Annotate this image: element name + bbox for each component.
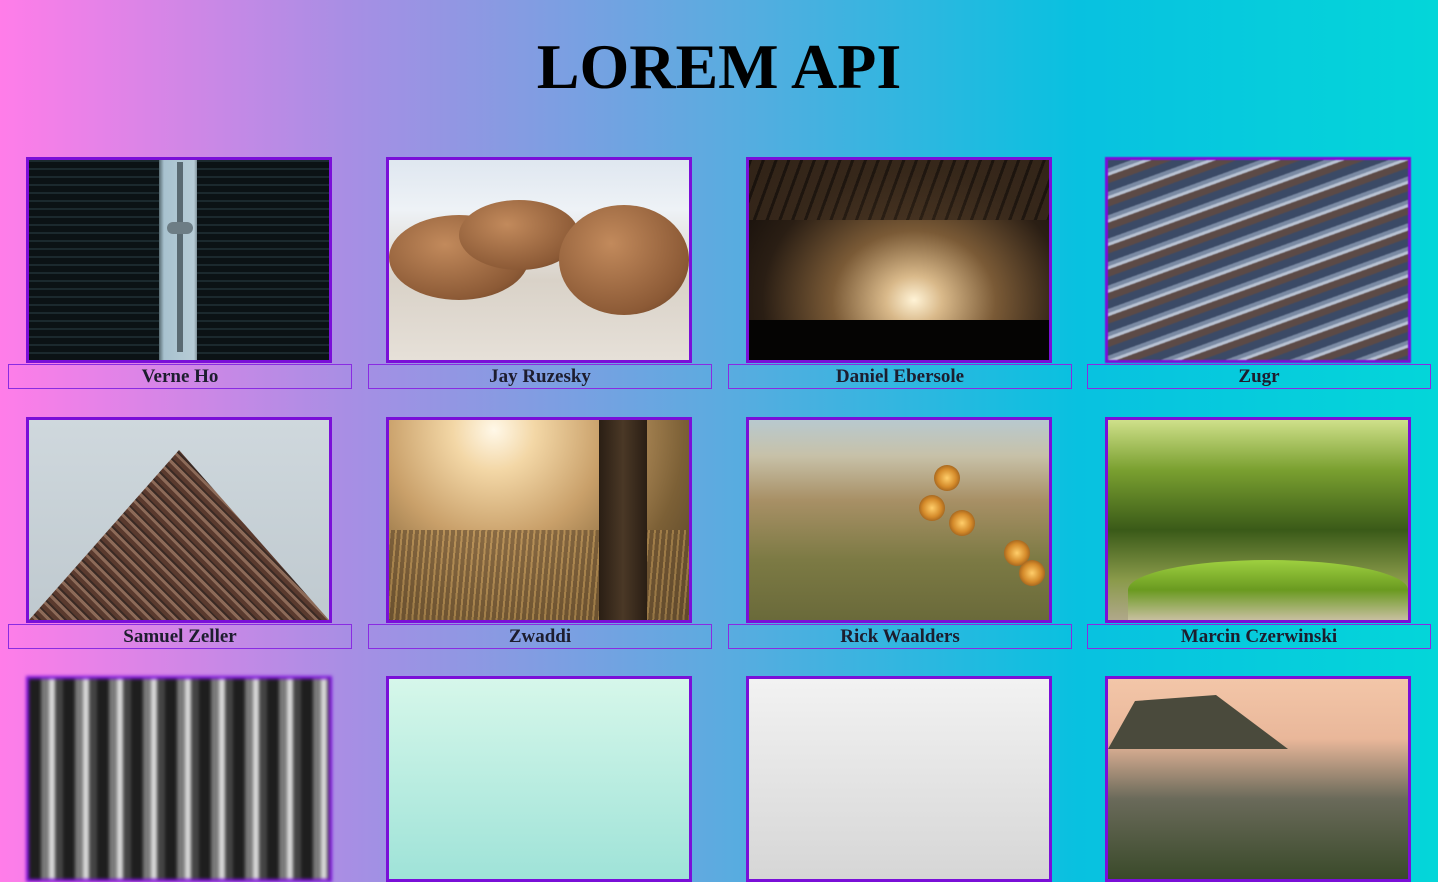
gallery-image[interactable] xyxy=(386,157,692,363)
photo-author: Daniel Ebersole xyxy=(728,364,1072,389)
photo-author: Zwaddi xyxy=(368,624,712,649)
photo-author: Verne Ho xyxy=(8,364,352,389)
photo-author: Zugr xyxy=(1087,364,1431,389)
photo-author: Jay Ruzesky xyxy=(368,364,712,389)
gallery-image[interactable] xyxy=(1105,676,1411,882)
gallery-image[interactable] xyxy=(1105,417,1411,623)
gallery-image[interactable] xyxy=(746,417,1052,623)
gallery-image[interactable] xyxy=(746,676,1052,882)
gallery-image[interactable] xyxy=(26,676,332,882)
gallery-image[interactable] xyxy=(26,157,332,363)
photo-author: Marcin Czerwinski xyxy=(1087,624,1431,649)
gallery-image[interactable] xyxy=(386,417,692,623)
photo-author: Samuel Zeller xyxy=(8,624,352,649)
gallery-image[interactable] xyxy=(26,417,332,623)
gallery-image[interactable] xyxy=(1105,157,1411,363)
photo-author: Rick Waalders xyxy=(728,624,1072,649)
gallery-image[interactable] xyxy=(746,157,1052,363)
photo-gallery: Verne Ho Jay Ruzesky Daniel Ebersole Zug… xyxy=(0,0,1438,882)
gallery-image[interactable] xyxy=(386,676,692,882)
